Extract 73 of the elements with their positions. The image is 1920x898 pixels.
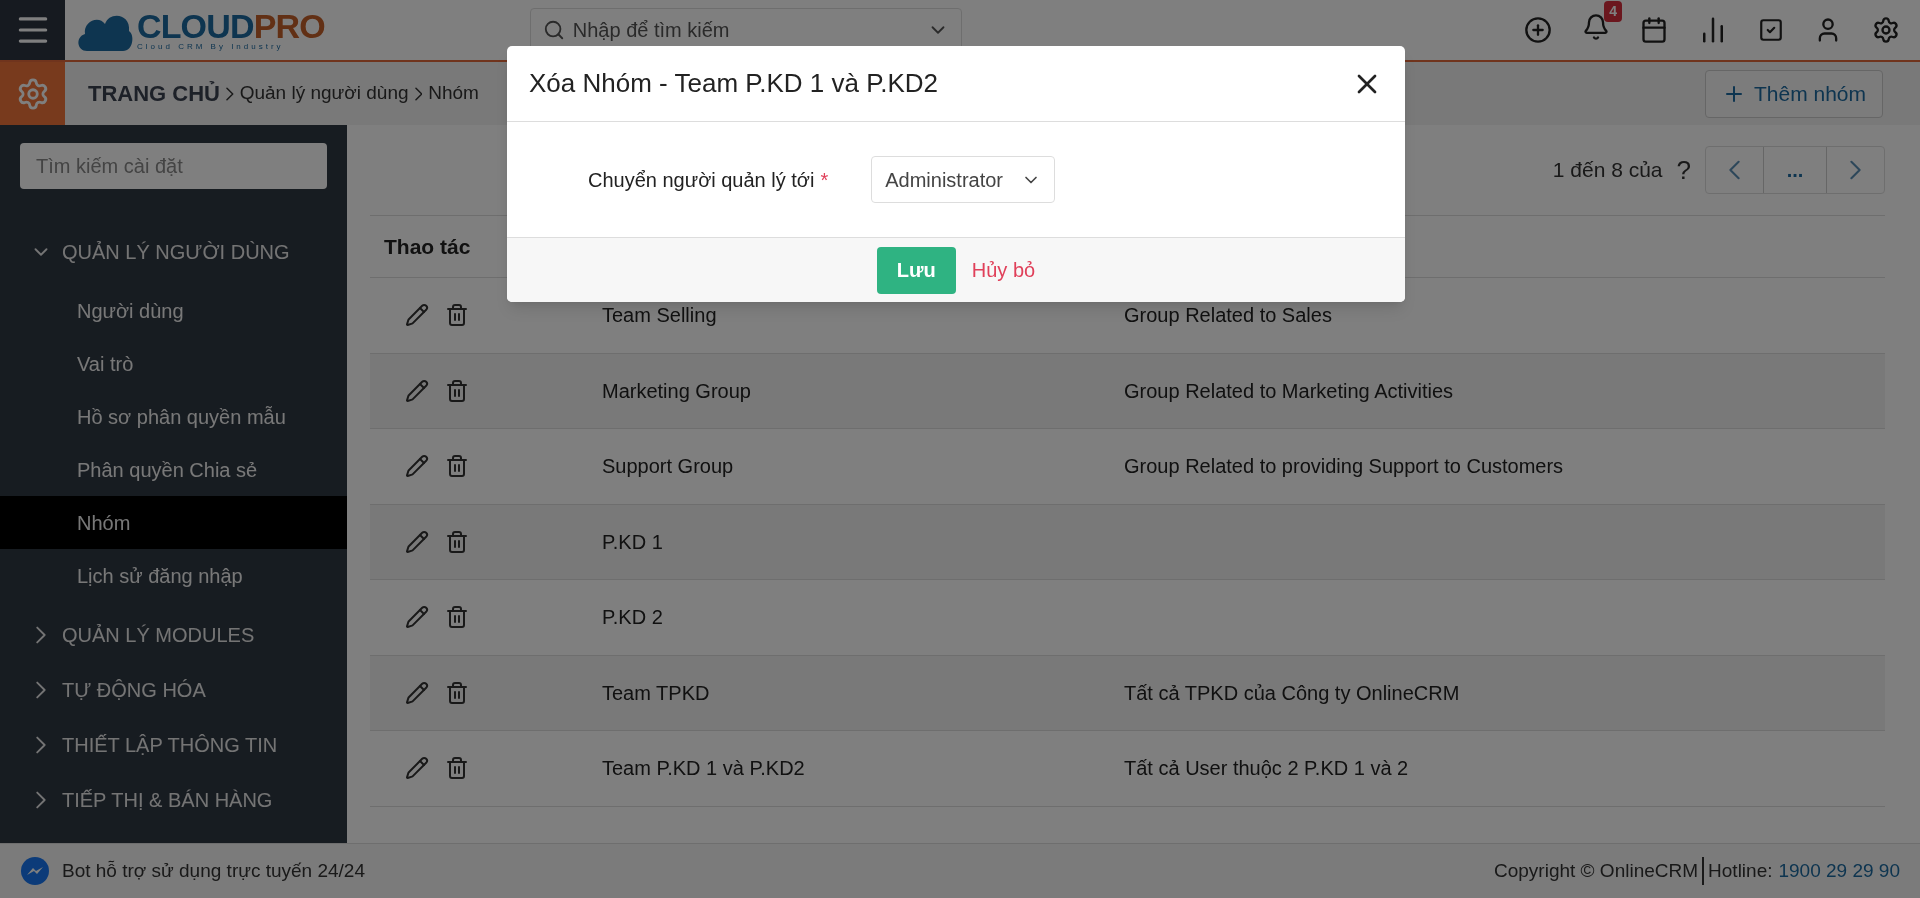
description-cell-text: Group Related to providing Support to Customers — [1124, 454, 1564, 480]
edit-icon[interactable] — [405, 303, 429, 328]
chevron-left-icon — [1729, 160, 1740, 180]
sidebar-section[interactable]: QUẢN LÝ MODULES — [0, 607, 347, 662]
messenger-icon — [20, 856, 50, 886]
breadcrumb-link[interactable]: Nhóm — [428, 79, 479, 108]
chevron-right-icon — [226, 86, 234, 101]
dialog-title: Xóa Nhóm - Team P.KD 1 và P.KD2 — [529, 67, 938, 100]
search-icon — [542, 19, 565, 41]
group-name-cell-text: Team Selling — [602, 303, 718, 329]
sidebar-item[interactable]: Phân quyền Chia sẻ — [0, 443, 347, 496]
group-name-cell-text: Team TPKD — [602, 680, 711, 706]
edit-icon[interactable] — [405, 605, 429, 630]
chevron-right-icon — [36, 625, 46, 644]
edit-icon[interactable] — [405, 454, 429, 479]
calendar-icon[interactable] — [1640, 16, 1668, 44]
edit-icon[interactable] — [405, 680, 429, 705]
description-cell-text: Group Related to Sales — [1124, 303, 1332, 329]
add-group-button[interactable]: Thêm nhóm — [1704, 69, 1883, 118]
hotline-label: Hotline: — [1708, 858, 1773, 883]
delete-icon[interactable] — [445, 529, 469, 554]
sidebar-item[interactable]: Nhóm — [0, 496, 347, 549]
sidebar-item[interactable]: Người dùng — [0, 284, 347, 337]
settings-search-field[interactable]: Tìm kiếm cài đặt — [20, 143, 327, 189]
settings-icon[interactable] — [1872, 16, 1900, 44]
description-cell-text: Tất cả TPKD của Công ty OnlineCRM — [1124, 680, 1460, 706]
chevron-right-icon — [36, 735, 46, 754]
task-icon[interactable] — [1758, 17, 1784, 43]
group-name-cell-text: Marketing Group — [602, 378, 752, 404]
delete-icon[interactable] — [445, 378, 469, 403]
copyright-text: Copyright © OnlineCRM — [1494, 856, 1705, 886]
manager-select[interactable]: Administrator — [871, 156, 1055, 203]
field-label: Chuyển người quản lý tới — [588, 167, 815, 193]
sidebar-section[interactable]: TIẾP THỊ & BÁN HÀNG — [0, 772, 347, 827]
group-name-cell-text: Support Group — [602, 454, 735, 480]
notification-badge: 4 — [1604, 0, 1622, 22]
delete-icon[interactable] — [445, 680, 469, 705]
breadcrumb-link[interactable]: TRANG CHỦ — [88, 77, 220, 110]
chevron-right-icon — [414, 86, 423, 101]
edit-icon[interactable] — [405, 529, 429, 554]
delete-icon[interactable] — [445, 454, 469, 479]
edit-icon[interactable] — [405, 378, 429, 403]
hotline-link[interactable]: 1900 29 29 90 — [1778, 856, 1900, 886]
delete-icon[interactable] — [445, 756, 469, 781]
group-name-cell-text: P.KD 2 — [602, 605, 664, 631]
delete-icon[interactable] — [445, 303, 469, 328]
bot-support-text: Bot hỗ trợ sử dụng trực tuyến 24/24 — [62, 858, 365, 883]
save-button[interactable]: Lưu — [876, 246, 956, 294]
cancel-link[interactable]: Hủy bỏ — [971, 255, 1036, 285]
edit-icon[interactable] — [405, 756, 429, 781]
sidebar-item[interactable]: Hồ sơ phân quyền mẫu — [0, 390, 347, 443]
sidebar-section[interactable]: TỰ ĐỘNG HÓA — [0, 662, 347, 717]
logo-text: CLOUDPRO Cloud CRM By Industry — [137, 9, 325, 51]
description-cell-text: Group Related to Marketing Activities — [1124, 378, 1454, 404]
chevron-right-icon — [36, 680, 46, 699]
sidebar-item[interactable]: Lịch sử đăng nhập — [0, 549, 347, 602]
chevron-right-icon — [1850, 160, 1861, 180]
bell-icon[interactable] — [1582, 12, 1610, 41]
delete-icon[interactable] — [445, 605, 469, 630]
total-count: ? — [1676, 153, 1691, 187]
chevron-right-icon — [36, 790, 46, 809]
menu-button[interactable] — [0, 0, 65, 60]
breadcrumb-link[interactable]: Quản lý người dùng — [239, 79, 409, 108]
sidebar-item[interactable]: Vai trò — [0, 337, 347, 390]
column-header: Thao tác — [383, 233, 471, 260]
sidebar-section[interactable]: QUẢN LÝ NGƯỜI DÙNG — [0, 224, 347, 279]
group-name-cell-text: Team P.KD 1 và P.KD2 — [602, 756, 806, 782]
add-icon[interactable] — [1524, 16, 1552, 44]
sidebar-section[interactable]: THIẾT LẬP THÔNG TIN — [0, 717, 347, 772]
pagination-range: 1 đến 8 của — [1552, 157, 1663, 184]
required-mark: * — [820, 167, 829, 193]
description-cell-text: Tất cả User thuộc 2 P.KD 1 và 2 — [1124, 756, 1409, 782]
group-name-cell-text: P.KD 1 — [602, 529, 664, 555]
